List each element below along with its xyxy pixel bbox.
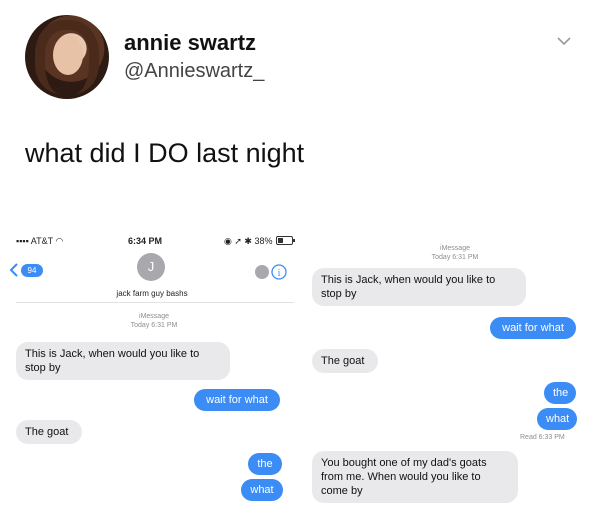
message-outgoing: what — [537, 408, 577, 430]
status-time: 6:34 PM — [128, 236, 163, 246]
message-incoming: You bought one of my dad's goats from me… — [312, 451, 518, 503]
message-outgoing: wait for what — [490, 317, 576, 339]
status-right: ◉ ➚ ✱ 38% — [224, 236, 273, 246]
message-outgoing: the — [248, 453, 282, 475]
message-incoming: This is Jack, when would you like to sto… — [312, 268, 526, 306]
chevron-down-icon[interactable] — [555, 32, 573, 50]
imessage-timestamp: iMessage Today 6:31 PM — [130, 313, 178, 329]
message-incoming: The goat — [312, 349, 378, 373]
contact-avatar[interactable]: J — [137, 253, 165, 281]
back-chevron-icon[interactable] — [8, 262, 20, 278]
wifi-icon: ◠ — [55, 236, 64, 246]
info-icon[interactable]: i — [254, 263, 288, 281]
user-handle[interactable]: @Annieswartz_ — [124, 60, 264, 83]
contact-name[interactable]: jack farm guy bashs — [100, 289, 204, 298]
message-incoming: The goat — [16, 420, 82, 444]
message-outgoing: wait for what — [194, 389, 280, 411]
display-name[interactable]: annie swartz — [124, 30, 256, 56]
imessage-timestamp: iMessage Today 6:31 PM — [431, 245, 479, 261]
location-icon: ◉ ➚ ✱ — [224, 236, 252, 246]
profile-avatar[interactable] — [25, 15, 109, 99]
status-carrier: ▪▪▪▪ AT&T ◠ — [16, 236, 64, 246]
message-incoming: This is Jack, when would you like to sto… — [16, 342, 230, 380]
read-receipt: Read 6:33 PM — [520, 434, 565, 441]
tweet-text: what did I DO last night — [25, 138, 305, 168]
message-outgoing: what — [241, 479, 283, 501]
battery-icon — [276, 236, 295, 245]
header-divider — [16, 302, 294, 303]
unread-badge[interactable]: 94 — [21, 264, 43, 277]
message-outgoing: the — [544, 382, 576, 404]
svg-text:i: i — [278, 268, 281, 279]
signal-icon: ▪▪▪▪ — [16, 236, 29, 246]
